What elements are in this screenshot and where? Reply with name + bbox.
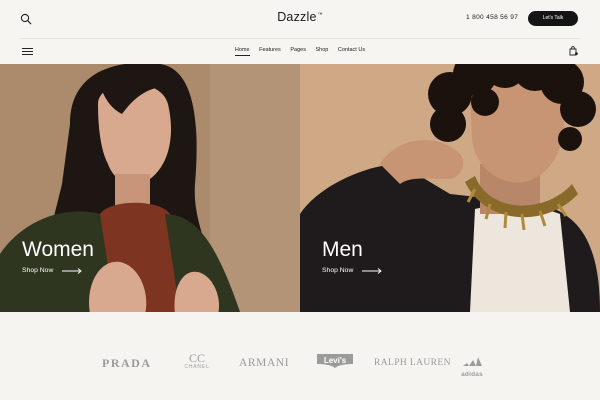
- hero-men-title: Men: [322, 238, 363, 261]
- brand-logo-adidas[interactable]: adidas: [458, 353, 486, 378]
- brand-logo-ralph-lauren[interactable]: RALPH LAUREN: [374, 358, 451, 368]
- hero-men-banner[interactable]: Men Shop Now: [300, 64, 600, 312]
- arrow-right-icon: [362, 267, 383, 274]
- nav-item-features[interactable]: Features: [259, 47, 281, 55]
- hero-women-banner[interactable]: Women Shop Now: [0, 64, 300, 312]
- brand-logo-chanel[interactable]: CC CHANEL: [180, 351, 214, 370]
- chanel-wordmark: CHANEL: [184, 364, 210, 370]
- nav-item-pages[interactable]: Pages: [290, 47, 306, 55]
- shop-now-men-label: Shop Now: [322, 267, 354, 274]
- nav-menu: Home Features Pages Shop Contact Us: [0, 47, 600, 56]
- phone-number[interactable]: 1 800 458 56 97: [466, 14, 518, 21]
- shop-now-women-label: Shop Now: [22, 267, 54, 274]
- men-model-image: [300, 64, 600, 312]
- nav-item-contact-us[interactable]: Contact Us: [338, 47, 365, 55]
- adidas-wordmark: adidas: [461, 371, 483, 378]
- adidas-stripes-icon: [463, 357, 482, 366]
- women-model-image: [0, 64, 300, 312]
- brand-logo-levis[interactable]: Levi's: [316, 353, 354, 369]
- chanel-cc-mark: CC: [188, 351, 205, 365]
- top-header: Dazzle™ 1 800 458 56 97 Let's Talk: [0, 0, 600, 38]
- main-navigation: Home Features Pages Shop Contact Us: [0, 39, 600, 64]
- logo-trademark: ™: [317, 11, 323, 18]
- arrow-right-icon: [62, 267, 83, 274]
- brand-logo-armani[interactable]: ARMANI: [239, 357, 289, 369]
- shop-now-women-link[interactable]: Shop Now: [22, 267, 83, 274]
- logo-text: Dazzle: [277, 10, 317, 24]
- brand-logos-strip: PRADA CC CHANEL ARMANI Levi's RALPH LAUR…: [0, 312, 600, 400]
- levis-wordmark: Levi's: [323, 356, 347, 365]
- hero-women-title: Women: [22, 238, 94, 261]
- shop-now-men-link[interactable]: Shop Now: [322, 267, 383, 274]
- nav-item-home[interactable]: Home: [234, 47, 250, 56]
- shopping-bag-icon[interactable]: [569, 46, 578, 56]
- brand-logo-prada[interactable]: PRADA: [102, 356, 152, 371]
- lets-talk-button[interactable]: Let's Talk: [528, 11, 578, 26]
- nav-item-shop[interactable]: Shop: [315, 47, 328, 55]
